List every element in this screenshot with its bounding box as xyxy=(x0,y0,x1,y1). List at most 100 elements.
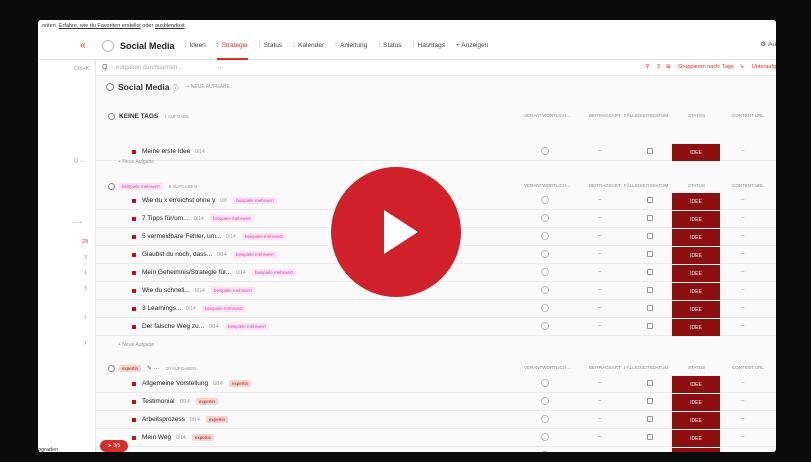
content-url-cell[interactable]: – xyxy=(741,287,744,293)
status-bullet[interactable] xyxy=(132,289,136,293)
group-collapse-icon[interactable] xyxy=(108,364,115,372)
column-header[interactable]: FÄLLIGKEITSDATUM xyxy=(624,113,668,118)
column-header[interactable]: CONTENT URL xyxy=(732,365,764,370)
status-bullet[interactable] xyxy=(132,325,136,329)
group-header[interactable]: KEINE TAGS 1 AUFGABE VERANTWORTLICH... B… xyxy=(96,110,776,122)
task-tag[interactable]: beispiele mehrwert xyxy=(242,233,286,240)
info-icon[interactable]: ⓘ xyxy=(173,83,179,92)
calendar-icon[interactable] xyxy=(647,148,653,154)
table-row[interactable]: Testimonial 0/14 expertin – IDEE – xyxy=(96,394,776,411)
assignee-avatar[interactable] xyxy=(541,322,549,330)
column-header[interactable]: BEITRAGSART xyxy=(589,183,621,188)
table-row[interactable]: Wie du schnell... 0/14 beispiele mehrwert –… xyxy=(96,283,776,300)
assignee-avatar[interactable] xyxy=(541,433,549,441)
post-type-cell[interactable]: – xyxy=(598,148,601,154)
post-type-cell[interactable]: – xyxy=(598,251,601,257)
calendar-icon[interactable] xyxy=(647,323,653,329)
post-type-cell[interactable]: – xyxy=(598,416,601,422)
table-row[interactable]: 3 Learnings... 0/14 beispiele mehrwert – IDE… xyxy=(96,301,776,318)
task-name[interactable]: Mein Geheimnis/Strategie für... xyxy=(142,269,231,276)
content-url-cell[interactable]: – xyxy=(741,305,744,311)
assignee-avatar[interactable] xyxy=(541,379,549,387)
assignee-avatar[interactable] xyxy=(541,250,549,258)
task-name[interactable]: Wie du schnell... xyxy=(142,287,190,294)
task-tag[interactable]: beispiele mehrwert xyxy=(202,305,246,312)
sidebar-search-icon[interactable]: Q ⌄ xyxy=(74,158,84,164)
status-bullet[interactable] xyxy=(132,271,136,275)
task-tag[interactable]: beispiele mehrwert xyxy=(233,197,277,204)
calendar-icon[interactable] xyxy=(647,305,653,311)
status-cell[interactable]: IDEE xyxy=(672,211,720,228)
status-cell[interactable]: IDEE xyxy=(672,412,720,429)
collapse-sidebar-icon[interactable]: « xyxy=(80,40,90,51)
assignee-avatar[interactable] xyxy=(541,232,549,240)
column-header[interactable]: STATUS xyxy=(688,183,705,188)
content-url-cell[interactable]: – xyxy=(741,380,744,386)
post-type-cell[interactable]: – xyxy=(598,305,601,311)
status-bullet[interactable] xyxy=(132,418,136,422)
filter-button[interactable]: ⚲ 3 xyxy=(645,64,660,70)
post-type-cell[interactable]: – xyxy=(598,434,601,440)
assignee-avatar[interactable] xyxy=(541,214,549,222)
task-tag[interactable]: expertin xyxy=(192,434,215,441)
table-row[interactable]: Mein Weg 0/14 expertin – IDEE – xyxy=(96,430,776,447)
column-header[interactable]: CONTENT URL xyxy=(732,113,764,118)
calendar-icon[interactable] xyxy=(647,197,653,203)
tab-hashtags[interactable]: ⁞ Hashtags xyxy=(413,32,445,60)
calendar-icon[interactable] xyxy=(647,416,653,422)
post-type-cell[interactable]: – xyxy=(598,287,601,293)
status-cell[interactable]: IDEE xyxy=(672,144,720,161)
task-name[interactable]: Arbeitsprozess xyxy=(142,416,185,423)
table-row[interactable]: Allgemeine Vorstellung 0/14 expertin – IDEE – xyxy=(96,376,776,393)
status-bullet[interactable] xyxy=(132,150,136,154)
column-header[interactable]: FÄLLIGKEITSDATUM xyxy=(624,183,668,188)
content-url-cell[interactable]: – xyxy=(741,416,744,422)
column-header[interactable]: BEITRAGSART xyxy=(589,113,621,118)
task-name[interactable]: 3 Learnings... xyxy=(142,305,181,312)
tab-status[interactable]: ⁞ Status xyxy=(259,32,282,60)
play-button[interactable] xyxy=(331,167,461,297)
column-header[interactable]: CONTENT URL xyxy=(732,183,764,188)
calendar-icon[interactable] xyxy=(647,434,653,440)
status-cell[interactable]: IDEE xyxy=(672,319,720,336)
content-url-cell[interactable]: – xyxy=(741,215,744,221)
calendar-icon[interactable] xyxy=(647,233,653,239)
task-tag[interactable]: beispiele mehrwert xyxy=(210,215,254,222)
edit-icon[interactable]: ✎ ··· xyxy=(147,365,160,372)
chevron-right-icon[interactable]: › xyxy=(84,312,87,321)
assignee-avatar[interactable] xyxy=(541,286,549,294)
task-tag[interactable]: beispiele mehrwert xyxy=(233,251,277,258)
status-bullet[interactable] xyxy=(132,217,136,221)
search-input[interactable] xyxy=(115,64,206,71)
task-name[interactable]: Testimonial xyxy=(142,398,175,405)
assignee-avatar[interactable] xyxy=(541,196,549,204)
new-task-row[interactable]: + Neue Aufgabe xyxy=(118,342,154,348)
task-tag[interactable]: expertin xyxy=(196,398,219,405)
task-tag[interactable]: beispiele mehrwert xyxy=(252,269,296,276)
new-task-row[interactable]: + Neue Aufgabe xyxy=(118,159,154,165)
calendar-icon[interactable] xyxy=(647,251,653,257)
add-view-button[interactable]: + Anzeigen xyxy=(456,42,488,49)
content-url-cell[interactable]: – xyxy=(741,251,744,257)
task-name[interactable]: Allgemeine Vorstellung xyxy=(142,380,208,387)
status-cell[interactable]: IDEE xyxy=(672,265,720,282)
notification-widget[interactable]: ➤ 3/5 xyxy=(100,440,128,452)
status-cell[interactable]: IDEE xyxy=(672,376,720,393)
status-cell[interactable]: IDEE xyxy=(672,193,720,210)
task-name[interactable]: Meine erste Idee xyxy=(142,148,190,155)
status-cell[interactable]: IDEE xyxy=(672,301,720,318)
content-url-cell[interactable]: – xyxy=(741,233,744,239)
status-bullet[interactable] xyxy=(132,307,136,311)
calendar-icon[interactable] xyxy=(647,215,653,221)
post-type-cell[interactable]: – xyxy=(598,233,601,239)
task-name[interactable]: 7 Tipps für/um... xyxy=(142,215,189,222)
notice-link-create[interactable]: Erfahre, wie du Favoriten erstellst xyxy=(59,23,141,29)
table-row[interactable]: Der falsche Weg zu... 0/14 beispiele mehrw… xyxy=(96,319,776,336)
status-cell[interactable]: IDEE xyxy=(672,229,720,246)
upgrade-link[interactable]: pgraden xyxy=(38,447,58,452)
content-url-cell[interactable]: – xyxy=(741,398,744,404)
status-cell[interactable]: IDEE xyxy=(672,394,720,411)
column-header[interactable]: STATUS xyxy=(688,113,705,118)
content-url-cell[interactable]: – xyxy=(741,197,744,203)
column-header[interactable]: BEITRAGSART xyxy=(589,365,621,370)
